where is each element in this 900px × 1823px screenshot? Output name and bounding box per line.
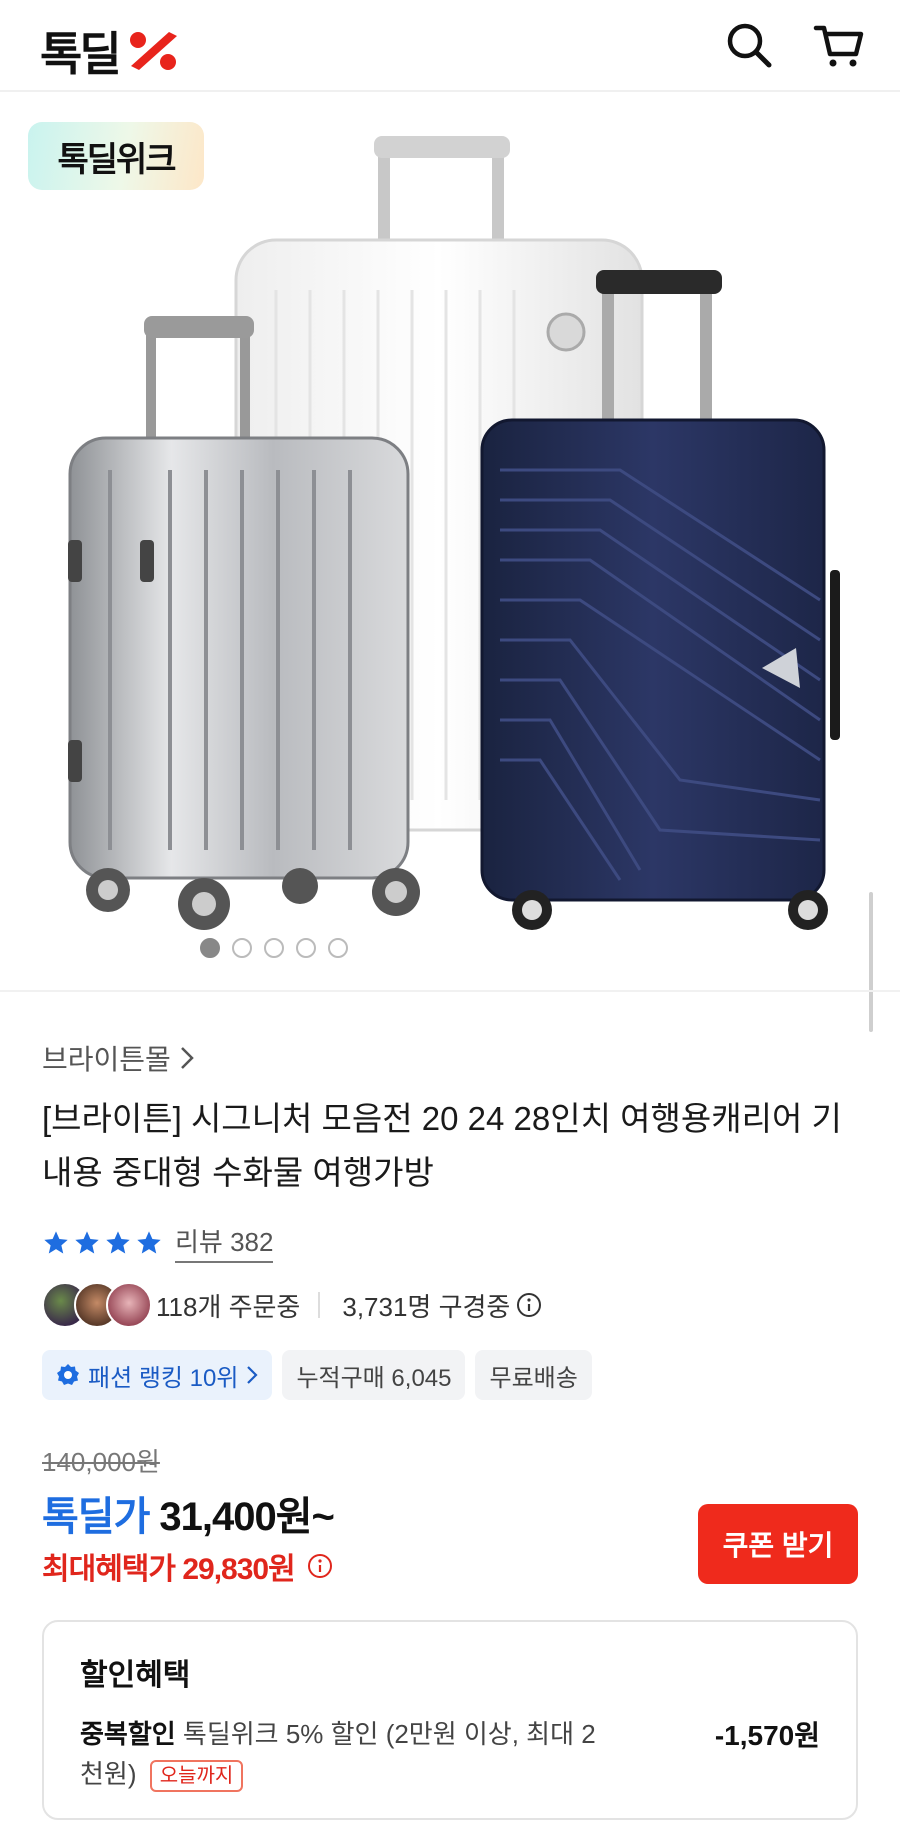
carousel-dot[interactable] (200, 938, 220, 958)
store-name: 브라이튼몰 (42, 1044, 171, 1075)
page-scrollbar[interactable] (869, 892, 873, 1032)
buyer-avatars (42, 1282, 152, 1328)
product-chips: 패션 랭킹 10위 누적구매 6,045 무료배송 (42, 1350, 592, 1400)
rating-stars (42, 1229, 163, 1257)
product-title: [브라이튼] 시그니처 모음전 20 24 28인치 여행용캐리어 기내용 중대… (42, 1100, 842, 1191)
avatar (106, 1282, 152, 1328)
deal-price: 31,400원~ (159, 1495, 335, 1539)
deal-price-row: 톡딜가 31,400원~ (42, 1484, 335, 1542)
cumulative-purchase-chip: 누적구매 6,045 (282, 1350, 466, 1400)
max-benefit-price: 최대혜택가 29,830원 (42, 1553, 296, 1586)
star-icon (75, 1230, 99, 1253)
logo-text: 톡딜 (40, 27, 122, 81)
star-icon (44, 1230, 68, 1253)
divider (318, 1292, 321, 1318)
product-image-carousel[interactable]: 톡딜위크 (0, 92, 900, 990)
store-link[interactable]: 브라이튼몰 (42, 1038, 195, 1078)
carousel-indicator (0, 938, 900, 958)
chevron-right-icon (247, 1366, 258, 1384)
rating-row: 리뷰 382 (42, 1222, 274, 1263)
ranking-label: 패션 랭킹 10위 (88, 1364, 239, 1392)
viewers-count: 3,731명 구경중 (342, 1291, 511, 1322)
chevron-right-icon (180, 1047, 194, 1069)
badge-label: 톡딜위크 (57, 139, 176, 180)
ranking-badge-icon (57, 1364, 79, 1385)
benefit-title: 할인혜택 (80, 1659, 191, 1692)
search-icon[interactable] (722, 18, 776, 72)
free-shipping-chip: 무료배송 (475, 1350, 592, 1400)
divider (0, 990, 900, 992)
cart-icon[interactable] (812, 18, 866, 72)
fashion-ranking-chip[interactable]: 패션 랭킹 10위 (42, 1350, 273, 1400)
logo-percent-icon (129, 32, 177, 70)
review-count-link[interactable]: 리뷰 382 (175, 1222, 274, 1263)
social-proof-row: 118개 주문중 3,731명 구경중 (42, 1282, 542, 1328)
star-icon (106, 1230, 130, 1253)
carousel-dot[interactable] (232, 938, 252, 958)
deal-price-label: 톡딜가 (42, 1495, 150, 1539)
logo[interactable]: 톡딜 (40, 18, 181, 84)
cumulative-label: 누적구매 6,045 (296, 1364, 452, 1392)
carousel-dot[interactable] (296, 938, 316, 958)
today-only-tag: 오늘까지 (149, 1760, 244, 1793)
star-icon (137, 1230, 161, 1253)
info-icon[interactable] (516, 1292, 542, 1318)
get-coupon-button[interactable]: 쿠폰 받기 (698, 1504, 858, 1584)
talkdeal-week-badge: 톡딜위크 (28, 122, 204, 190)
top-header: 톡딜 (0, 0, 900, 92)
max-benefit-row: 최대혜택가 29,830원 (42, 1544, 333, 1588)
shipping-label: 무료배송 (489, 1364, 578, 1392)
discount-benefit-box: 할인혜택 중복할인 톡딜위크 5% 할인 (2만원 이상, 최대 2천원) 오늘… (42, 1620, 858, 1820)
info-icon[interactable] (307, 1553, 333, 1579)
benefit-description: 중복할인 톡딜위크 5% 할인 (2만원 이상, 최대 2천원) 오늘까지 (80, 1714, 600, 1794)
original-price: 140,000원 (42, 1447, 160, 1477)
suitcases-image (68, 136, 840, 930)
benefit-label: 중복할인 (80, 1719, 176, 1749)
orders-count: 118개 주문중 (156, 1291, 301, 1322)
carousel-dot[interactable] (264, 938, 284, 958)
benefit-amount: -1,570원 (714, 1720, 820, 1751)
carousel-dot[interactable] (328, 938, 348, 958)
